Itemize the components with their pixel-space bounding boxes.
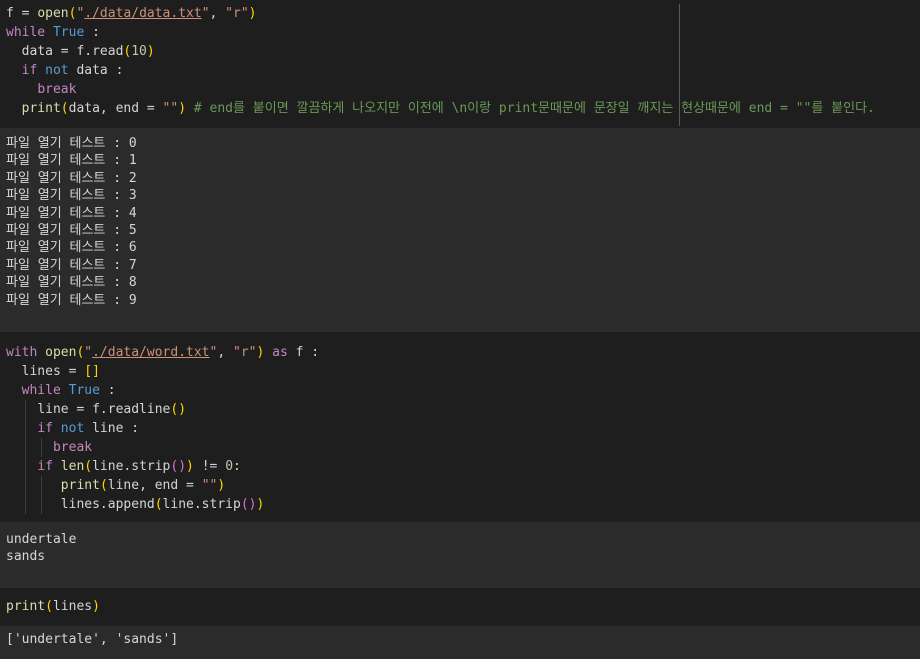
output-line: 파일 열기 테스트 : 0 xyxy=(6,136,137,151)
indent-guide xyxy=(25,457,26,476)
code-line: print(data, end = "") # end를 붙이면 깔끔하게 나오… xyxy=(21,101,875,116)
output-line: 파일 열기 테스트 : 5 xyxy=(6,222,137,238)
output-line: 파일 열기 테스트 : 6 xyxy=(6,240,137,256)
code-line: break xyxy=(6,438,920,457)
code-line: with open("./data/word.txt", "r") as f : xyxy=(6,345,320,360)
output-line: 파일 열기 테스트 : 2 xyxy=(6,170,137,186)
code-line: if len(line.strip()) != 0: xyxy=(6,457,920,476)
code-line: data = f.read(10) xyxy=(21,44,155,59)
indent-guide xyxy=(25,419,26,438)
output-line: 파일 열기 테스트 : 9 xyxy=(6,292,137,308)
code-cell-1[interactable]: f = open("./data/data.txt", "r") while T… xyxy=(0,0,920,128)
code-line: print(line, end = "") xyxy=(6,476,920,495)
output-line: ['undertale', 'sands'] xyxy=(6,632,179,647)
output-line: undertale xyxy=(6,532,77,547)
code-line: break xyxy=(37,82,77,97)
output-line: 파일 열기 테스트 : 7 xyxy=(6,257,137,273)
code-line: if not line : xyxy=(6,419,920,438)
code-line: while True : xyxy=(21,383,116,398)
indent-guide xyxy=(25,400,26,419)
code-line: while True : xyxy=(6,25,100,40)
code-line: if not data : xyxy=(21,63,124,78)
code-cell-2[interactable]: with open("./data/word.txt", "r") as f :… xyxy=(0,332,920,522)
code-line: lines = [] xyxy=(21,364,100,379)
indent-guide xyxy=(25,476,26,495)
code-line: print(lines) xyxy=(6,599,100,614)
code-line: line = f.readline() xyxy=(6,400,920,419)
output-line: 파일 열기 테스트 : 3 xyxy=(6,188,137,204)
file-path-link[interactable]: ./data/word.txt xyxy=(92,345,209,360)
output-cell-3: ['undertale', 'sands'] xyxy=(0,626,920,659)
indent-guide xyxy=(41,495,42,514)
code-line: f = open("./data/data.txt", "r") xyxy=(6,6,257,21)
indent-guide xyxy=(41,438,42,457)
indent-guide xyxy=(25,438,26,457)
file-path-link[interactable]: ./data/data.txt xyxy=(84,6,201,21)
output-cell-1: 파일 열기 테스트 : 0 파일 열기 테스트 : 1 파일 열기 테스트 : … xyxy=(0,128,920,332)
output-line: 파일 열기 테스트 : 1 xyxy=(6,153,137,169)
output-line: 파일 열기 테스트 : 8 xyxy=(6,275,137,291)
code-cell-3[interactable]: print(lines) xyxy=(0,588,920,626)
output-cell-2: undertale sands xyxy=(0,522,920,588)
code-line: lines.append(line.strip()) xyxy=(6,495,920,514)
output-line: 파일 열기 테스트 : 4 xyxy=(6,205,137,221)
output-line: sands xyxy=(6,549,46,565)
indent-guide xyxy=(41,476,42,495)
indent-guide xyxy=(25,495,26,514)
